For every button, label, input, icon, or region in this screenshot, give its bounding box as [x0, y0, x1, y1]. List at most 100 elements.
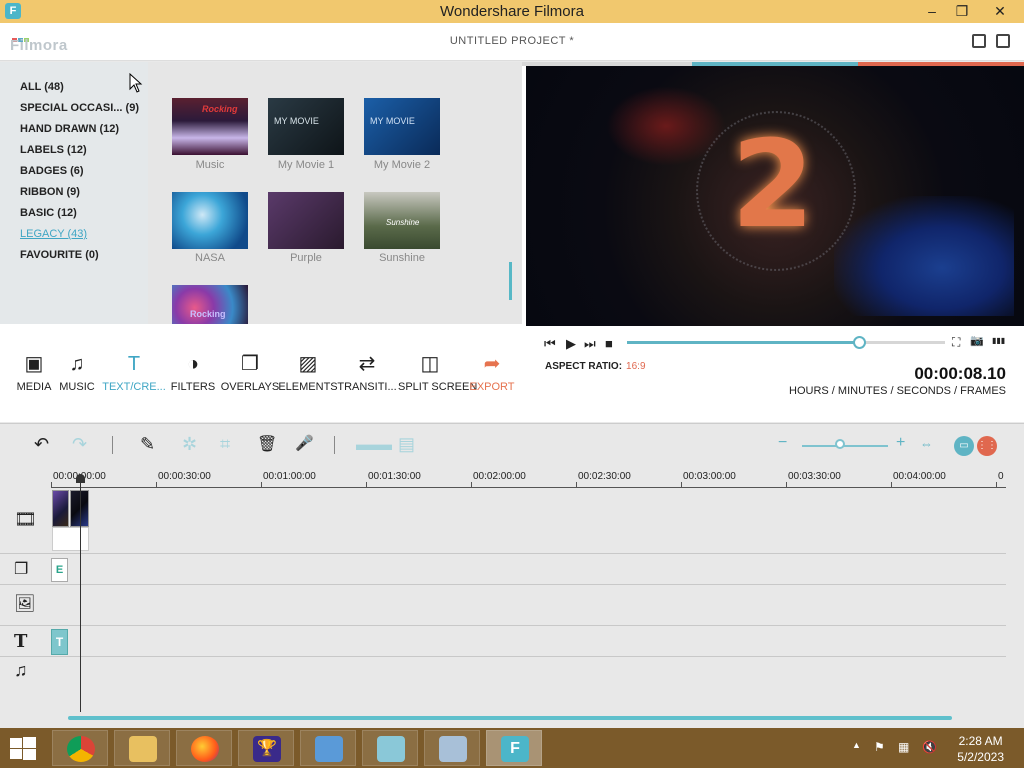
audio-mixer-icon[interactable]: ▬▬: [356, 434, 392, 455]
trophy-taskbar-button[interactable]: 🏆: [238, 730, 294, 766]
progress-handle[interactable]: [853, 336, 867, 349]
library-item-music[interactable]: Rocking: [172, 98, 248, 155]
ruler-label: 00:01:30:00: [368, 471, 421, 482]
export-icon: ➦: [483, 353, 501, 375]
restore-button[interactable]: ❐: [947, 0, 977, 22]
filters-button[interactable]: ◑ FILTERS: [161, 352, 225, 393]
menu-icon[interactable]: [996, 34, 1010, 48]
system-clock[interactable]: 2:28 AM 5/2/2023: [957, 733, 1004, 765]
video-clip[interactable]: [52, 490, 69, 527]
resource-monitor-taskbar-button[interactable]: [424, 730, 480, 766]
music-button[interactable]: ♫ MUSIC: [45, 352, 109, 393]
category-hand-drawn[interactable]: HAND DRAWN (12): [20, 123, 119, 135]
library-item-purple[interactable]: [268, 192, 344, 249]
pip-track: 🖼: [0, 586, 1006, 626]
aspect-ratio: ASPECT RATIO: 16:9: [545, 361, 646, 372]
screen-record-icon[interactable]: ▤: [398, 434, 415, 455]
category-basic[interactable]: BASIC (12): [20, 207, 77, 219]
save-icon[interactable]: [972, 34, 986, 48]
project-title: UNTITLED PROJECT *: [449, 35, 575, 47]
zoom-out-icon[interactable]: −: [778, 434, 787, 452]
timecode: 00:00:08.10: [914, 364, 1006, 383]
ruler-label: 00:00:30:00: [158, 471, 211, 482]
category-favourite[interactable]: FAVOURITE (0): [20, 249, 99, 261]
timeline-view-icon[interactable]: ▭: [954, 436, 974, 456]
ruler-label: 00:01:00:00: [263, 471, 316, 482]
control-panel-taskbar-button[interactable]: [300, 730, 356, 766]
forward-button[interactable]: ⏭: [584, 336, 596, 352]
clock-date: 5/2/2023: [957, 750, 1004, 764]
stop-button[interactable]: ■: [605, 336, 613, 351]
split-screen-icon: ◫: [420, 353, 440, 375]
volume-icon[interactable]: ▮▮▮: [992, 336, 1005, 345]
library-scrollbar[interactable]: [509, 262, 512, 300]
start-button[interactable]: [8, 736, 38, 762]
library-item-label: My Movie 2: [373, 159, 431, 171]
timeline-settings-icon[interactable]: ⋮⋮: [977, 436, 997, 456]
element-clip[interactable]: E: [51, 558, 68, 582]
category-badges[interactable]: BADGES (6): [20, 165, 84, 177]
action-center-flag-icon[interactable]: ⚑: [874, 740, 885, 754]
fit-timeline-icon[interactable]: ⇔: [920, 436, 933, 451]
aspect-ratio-value[interactable]: 16:9: [626, 361, 645, 372]
category-all[interactable]: ALL (48): [20, 81, 64, 93]
network-icon[interactable]: ▦: [898, 740, 909, 754]
video-track: 🎞: [0, 489, 1006, 554]
resource-monitor-icon: [439, 736, 467, 762]
category-ribbon[interactable]: RIBBON (9): [20, 186, 80, 198]
playhead[interactable]: [80, 482, 81, 712]
minimize-button[interactable]: –: [917, 0, 947, 22]
overlay-track: ❐ E: [0, 555, 1006, 585]
playback-progress[interactable]: [627, 336, 945, 349]
redo-icon[interactable]: ↷: [72, 434, 87, 455]
ruler-label: 0: [998, 471, 1004, 482]
text-clip[interactable]: T: [51, 629, 68, 655]
zoom-slider[interactable]: [802, 445, 888, 447]
firefox-taskbar-button[interactable]: [176, 730, 232, 766]
video-preview[interactable]: 2: [526, 66, 1024, 326]
delete-icon[interactable]: 🗑: [257, 434, 277, 454]
category-labels[interactable]: LABELS (12): [20, 144, 87, 156]
split-screen-button[interactable]: ◫ SPLIT SCREEN: [398, 352, 477, 393]
undo-icon[interactable]: ↶: [34, 434, 49, 455]
library-item-my-movie-1[interactable]: MY MOVIE: [268, 98, 344, 155]
elements-button[interactable]: ▨ ELEMENTS: [276, 352, 340, 393]
library-item-my-movie-2[interactable]: MY MOVIE: [364, 98, 440, 155]
music-track: ♫: [0, 658, 1006, 698]
zoom-slider-handle[interactable]: [835, 439, 845, 449]
library-item-bokeh[interactable]: Rocking: [172, 285, 248, 324]
voiceover-icon[interactable]: 🎤: [295, 434, 314, 452]
time-ruler[interactable]: 00:00:00:00 00:00:30:00 00:01:00:00 00:0…: [51, 466, 1006, 488]
music-icon: ♫: [69, 353, 85, 375]
filmora-icon: F: [501, 736, 529, 762]
snapshot-icon[interactable]: 📷: [970, 334, 984, 347]
ruler-label: 00:03:00:00: [683, 471, 736, 482]
transitions-button[interactable]: ⇄ TRANSITI...: [335, 352, 399, 393]
close-button[interactable]: ✕: [985, 0, 1015, 22]
speed-icon[interactable]: ✲: [182, 434, 197, 455]
show-hidden-icons-icon[interactable]: ▲: [852, 740, 861, 750]
volume-muted-icon[interactable]: 🔇: [922, 740, 937, 754]
clip-audio-strip: [52, 527, 89, 551]
zoom-in-icon[interactable]: +: [896, 434, 905, 452]
timeline-panel: ↶ ↷ ✎ ✲ ⌗ 🗑 🎤 ▬▬ ▤ − + ⇔ ▭ ⋮⋮ 00:00:00:0…: [0, 423, 1024, 728]
category-legacy[interactable]: LEGACY (43): [20, 228, 87, 240]
library-item-label: My Movie 1: [277, 159, 335, 171]
library-item-sunshine[interactable]: Sunshine: [364, 192, 440, 249]
overlays-button[interactable]: ❐ OVERLAYS: [218, 352, 282, 393]
rewind-button[interactable]: ⏮: [544, 336, 556, 352]
filmora-taskbar-button[interactable]: F: [486, 730, 542, 766]
export-button[interactable]: ➦ EXPORT: [460, 352, 524, 393]
crop-icon[interactable]: ⌗: [220, 434, 230, 455]
play-button[interactable]: ▶: [566, 336, 576, 352]
file-explorer-taskbar-button[interactable]: [114, 730, 170, 766]
fullscreen-icon[interactable]: ⛶: [952, 335, 960, 350]
category-special-occasion[interactable]: SPECIAL OCCASI... (9): [20, 102, 139, 114]
library-item-nasa[interactable]: [172, 192, 248, 249]
text-credits-button[interactable]: T TEXT/CRE...: [102, 352, 166, 393]
chrome-taskbar-button[interactable]: [52, 730, 108, 766]
edit-icon[interactable]: ✎: [140, 434, 155, 455]
timeline-scrollbar[interactable]: [68, 716, 952, 720]
notepad-taskbar-button[interactable]: [362, 730, 418, 766]
control-panel-icon: [315, 736, 343, 762]
